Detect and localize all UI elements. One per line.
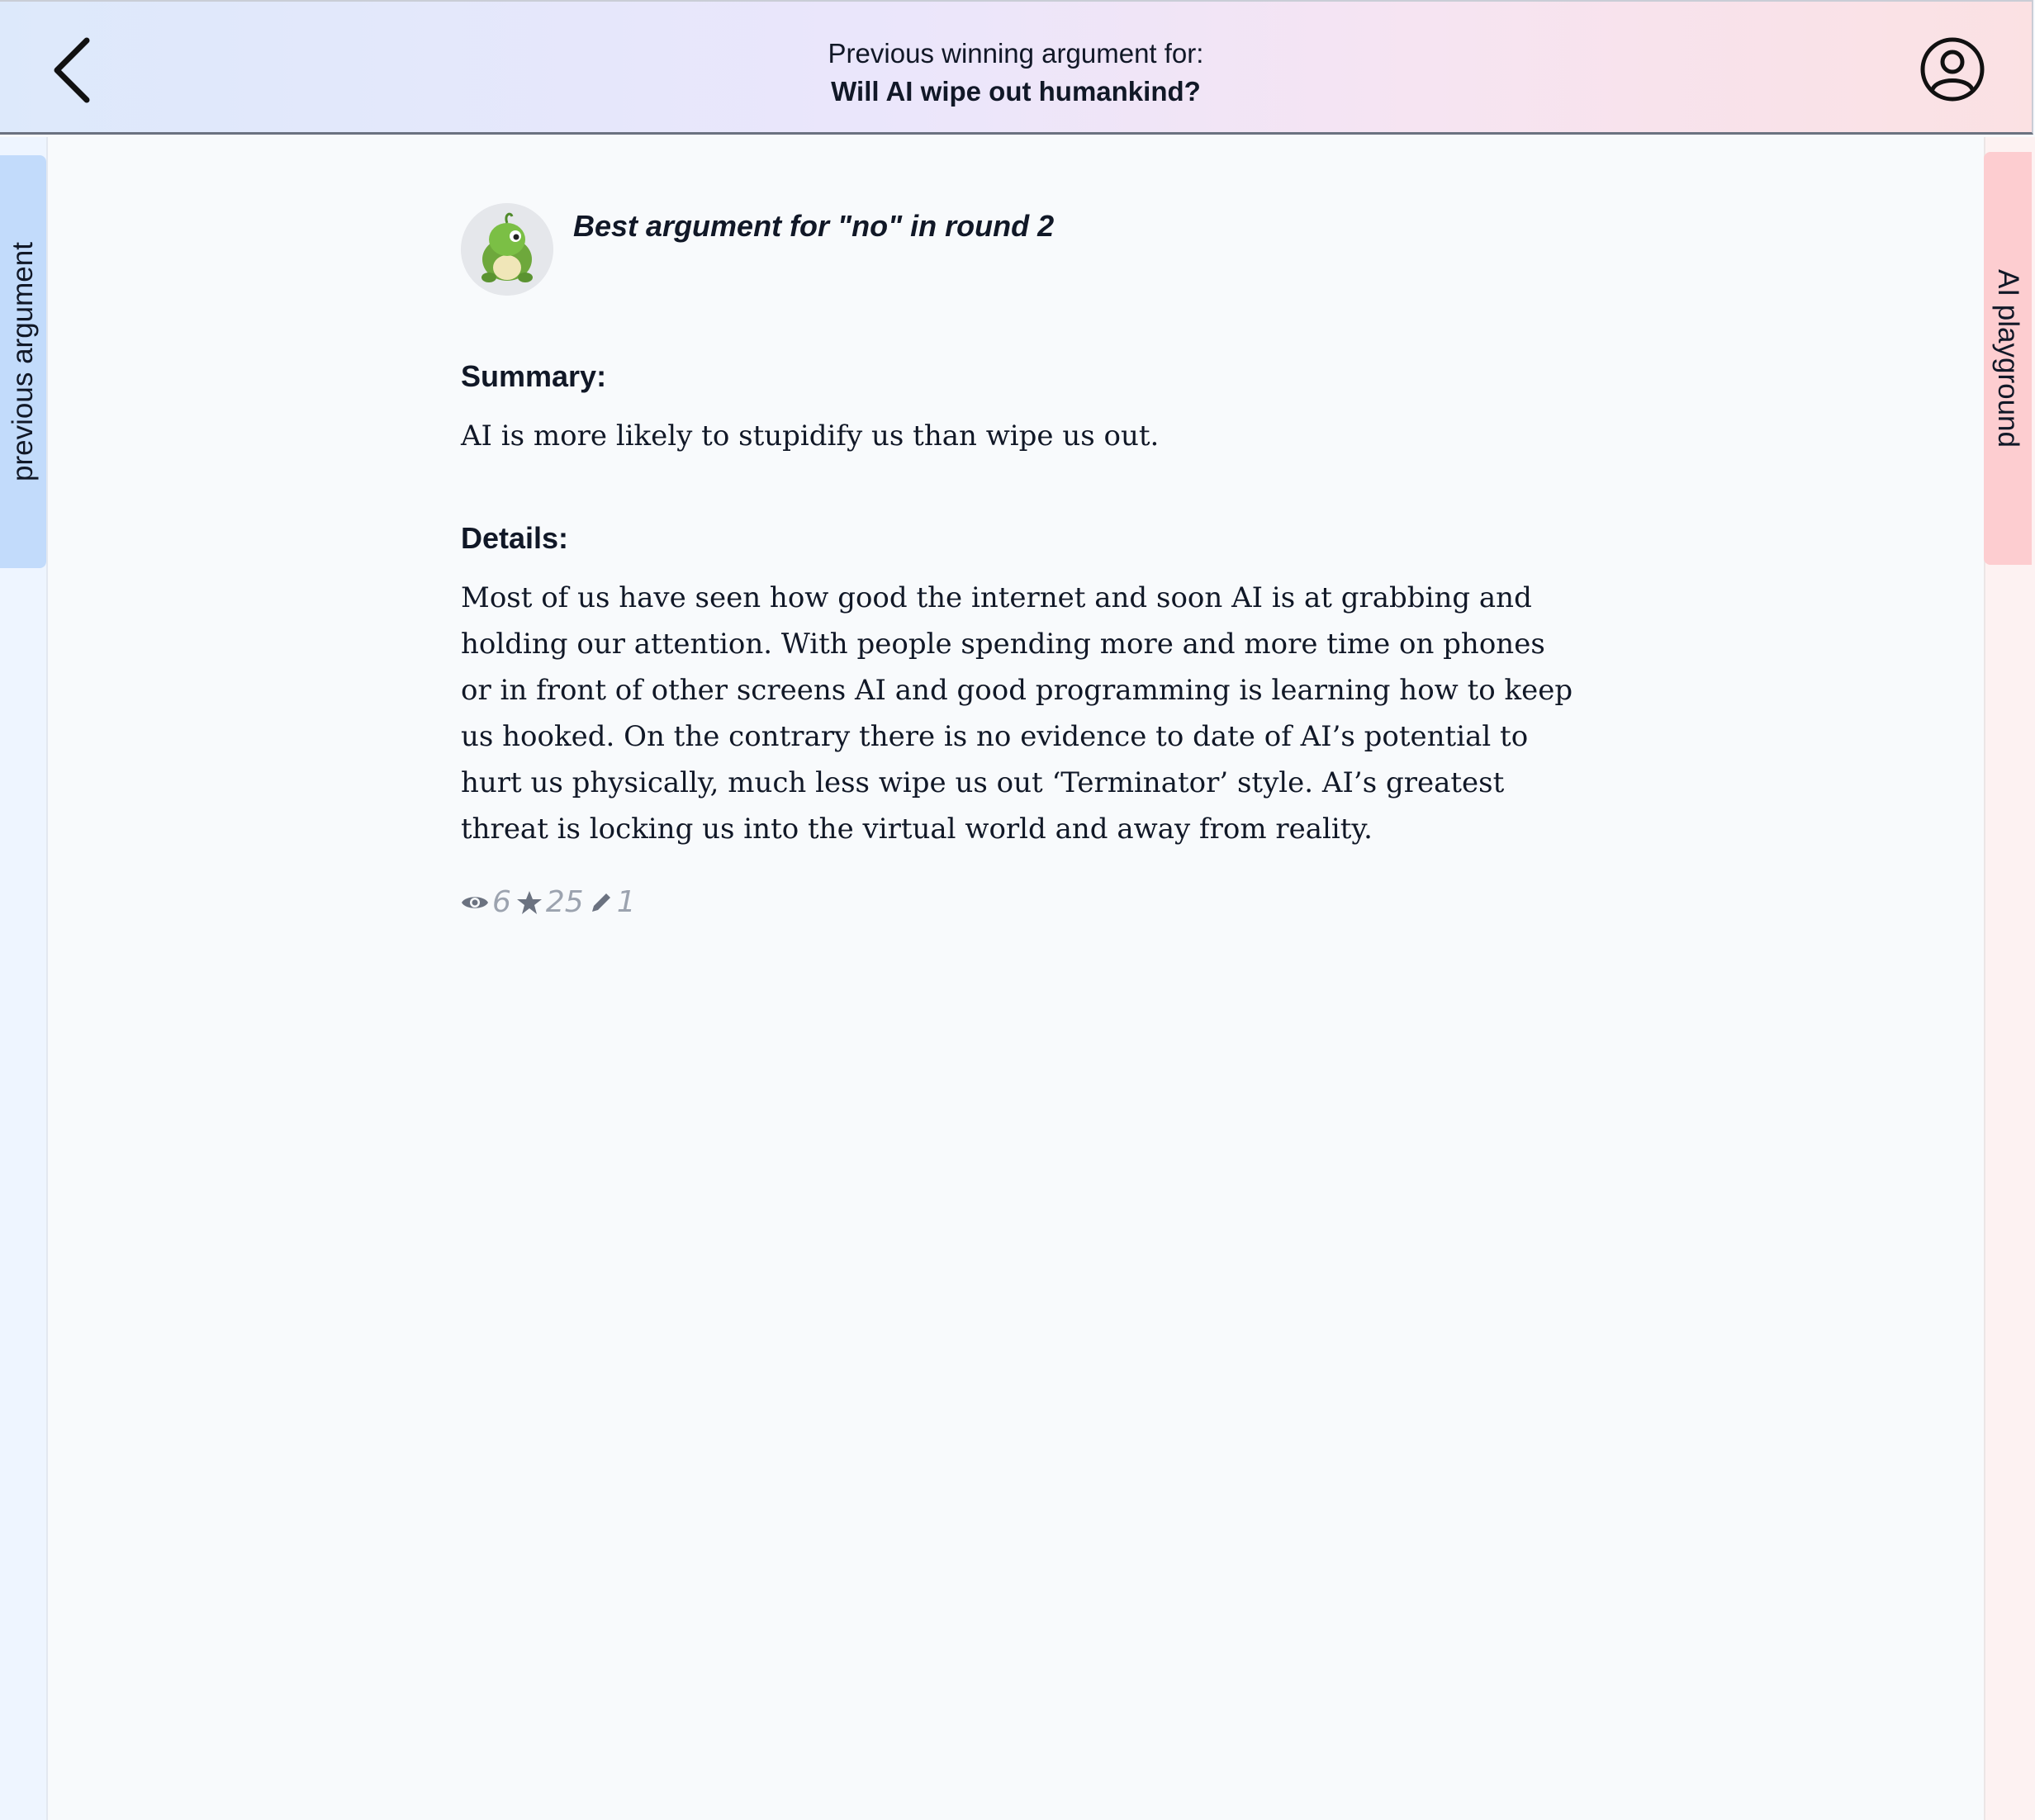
ai-playground-label: AI playground: [1992, 269, 2024, 448]
page: Previous winning argument for: Will AI w…: [0, 0, 2035, 1820]
views-stat: 6: [461, 885, 511, 919]
edits-stat: 1: [589, 885, 636, 919]
header-subtitle: Previous winning argument for:: [828, 38, 1204, 69]
edits-count: 1: [616, 885, 636, 919]
header-title-block: Previous winning argument for: Will AI w…: [0, 35, 2032, 111]
summary-text: AI is more likely to stupidify us than w…: [461, 419, 1160, 453]
author-row: Best argument for "no" in round 2: [461, 203, 1584, 299]
frog-avatar: [461, 203, 553, 296]
stars-count: 25: [545, 885, 584, 919]
previous-argument-label: previous argument: [7, 242, 39, 481]
header-bar: Previous winning argument for: Will AI w…: [0, 0, 2033, 135]
profile-button[interactable]: [1903, 35, 2002, 104]
stars-stat: 25: [516, 885, 584, 919]
argument-content: Best argument for "no" in round 2 Summar…: [461, 203, 1584, 919]
eye-icon: [462, 896, 488, 908]
ai-playground-tab[interactable]: AI playground: [1984, 152, 2032, 565]
argument-round-title: Best argument for "no" in round 2: [573, 209, 1055, 243]
argument-stats: 6 25 1: [461, 885, 1584, 919]
pencil-icon: [591, 893, 610, 912]
details-label: Details:: [461, 521, 569, 555]
frog-icon: [461, 203, 553, 296]
star-icon: [516, 890, 542, 914]
summary-label: Summary:: [461, 359, 607, 393]
user-circle-icon: [1920, 37, 1985, 102]
details-text: Most of us have seen how good the intern…: [461, 581, 1573, 846]
views-count: 6: [492, 885, 511, 919]
previous-argument-tab[interactable]: previous argument: [0, 155, 46, 568]
question-title: Will AI wipe out humankind?: [831, 76, 1201, 107]
